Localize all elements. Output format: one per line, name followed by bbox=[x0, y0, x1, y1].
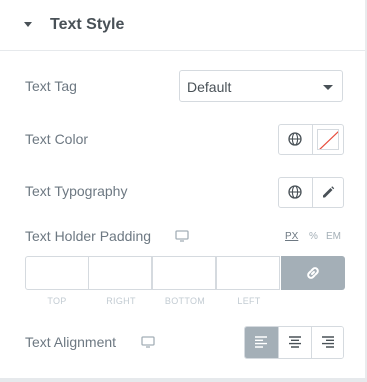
padding-dimensions bbox=[25, 256, 345, 290]
text-color-control bbox=[278, 124, 344, 155]
text-holder-padding-label: Text Holder Padding bbox=[25, 228, 152, 244]
padding-right-input[interactable] bbox=[88, 256, 152, 290]
style-panel: Text Style Text Tag Default Text Color T… bbox=[0, 0, 367, 378]
align-right-icon bbox=[322, 336, 334, 348]
desktop-icon[interactable] bbox=[141, 336, 155, 348]
unit-em[interactable]: EM bbox=[326, 231, 341, 242]
pencil-icon bbox=[323, 186, 335, 198]
link-icon bbox=[307, 267, 319, 279]
text-typography-label: Text Typography bbox=[25, 183, 128, 199]
edit-typography-button[interactable] bbox=[312, 178, 345, 207]
padding-top-label: TOP bbox=[47, 296, 67, 306]
align-right-button[interactable] bbox=[311, 327, 343, 358]
text-alignment-label: Text Alignment bbox=[25, 334, 117, 350]
text-tag-select[interactable]: Default bbox=[179, 70, 343, 102]
chevron-down-icon bbox=[323, 85, 333, 90]
align-center-button[interactable] bbox=[278, 327, 311, 358]
padding-top-input[interactable] bbox=[25, 256, 89, 290]
unit-switcher: PX % EM bbox=[285, 231, 345, 243]
section-header-text-style[interactable]: Text Style bbox=[0, 0, 365, 51]
text-alignment-group bbox=[244, 326, 344, 359]
text-typography-control bbox=[278, 177, 344, 208]
padding-right-label: RIGHT bbox=[106, 296, 136, 306]
color-picker-button[interactable] bbox=[312, 125, 345, 154]
padding-left-label: LEFT bbox=[237, 296, 261, 306]
align-center-icon bbox=[289, 336, 301, 348]
no-color-slash-icon bbox=[319, 131, 338, 149]
desktop-icon[interactable] bbox=[175, 230, 189, 242]
padding-bottom-input[interactable] bbox=[152, 256, 216, 290]
padding-left-input[interactable] bbox=[216, 256, 280, 290]
unit-percent[interactable]: % bbox=[309, 231, 318, 242]
text-tag-label: Text Tag bbox=[25, 78, 77, 94]
globe-icon bbox=[288, 185, 302, 199]
align-left-icon bbox=[255, 336, 267, 348]
global-color-button[interactable] bbox=[279, 125, 313, 154]
text-tag-value: Default bbox=[187, 79, 232, 95]
panel-divider bbox=[0, 378, 367, 382]
text-color-label: Text Color bbox=[25, 131, 89, 147]
padding-bottom-label: BOTTOM bbox=[164, 296, 206, 306]
caret-down-icon bbox=[24, 22, 32, 27]
color-swatch-empty bbox=[317, 129, 339, 150]
section-title: Text Style bbox=[50, 16, 125, 33]
globe-icon bbox=[288, 132, 302, 146]
align-left-button[interactable] bbox=[245, 327, 278, 358]
unit-px[interactable]: PX bbox=[285, 231, 298, 242]
link-values-button[interactable] bbox=[281, 256, 345, 290]
global-typography-button[interactable] bbox=[279, 178, 313, 207]
